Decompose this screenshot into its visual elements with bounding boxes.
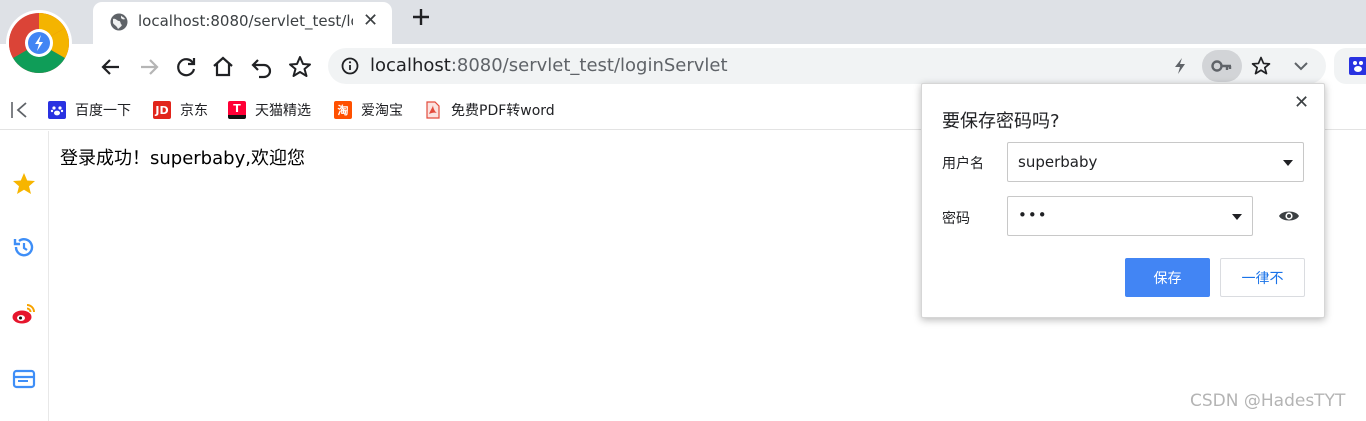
reload-icon[interactable] bbox=[173, 54, 199, 80]
bookmark-label: 免费PDF转word bbox=[451, 103, 555, 119]
bookmark-taobao[interactable]: 淘 爱淘宝 bbox=[334, 100, 403, 120]
login-success-message: 登录成功！superbaby,欢迎您 bbox=[60, 148, 305, 169]
taobao-icon: 淘 bbox=[334, 101, 352, 119]
pdf-icon bbox=[424, 101, 442, 119]
home-icon[interactable] bbox=[210, 54, 236, 80]
close-icon[interactable]: ✕ bbox=[1294, 92, 1309, 113]
star-icon[interactable] bbox=[1250, 55, 1272, 81]
chevron-down-icon bbox=[1283, 160, 1293, 166]
bookmark-label: 爱淘宝 bbox=[361, 103, 403, 119]
undo-icon[interactable] bbox=[249, 54, 275, 80]
bookmark-label: 京东 bbox=[180, 103, 208, 119]
never-button[interactable]: 一律不 bbox=[1220, 258, 1305, 297]
bookmark-label: 百度一下 bbox=[75, 103, 131, 119]
site-info-icon[interactable] bbox=[340, 56, 360, 80]
tmall-icon: T bbox=[228, 101, 246, 119]
key-icon bbox=[1211, 57, 1233, 79]
watermark: CSDN @HadesTYT bbox=[1190, 391, 1346, 411]
password-select[interactable]: ••• bbox=[1007, 196, 1253, 236]
browser-window-icon[interactable] bbox=[11, 366, 37, 392]
baidu-icon bbox=[48, 101, 66, 119]
save-button[interactable]: 保存 bbox=[1125, 258, 1210, 297]
browser-tab[interactable]: localhost:8080/servlet_test/loginServlet… bbox=[93, 2, 392, 44]
favorites-star-icon[interactable] bbox=[11, 171, 37, 197]
bookmark-baidu[interactable]: 百度一下 bbox=[48, 100, 131, 120]
tab-close-icon[interactable]: ✕ bbox=[363, 10, 378, 31]
lightning-icon[interactable] bbox=[1170, 56, 1190, 80]
username-label: 用户名 bbox=[942, 156, 984, 172]
bookmark-label: 天猫精选 bbox=[255, 103, 311, 119]
browser-logo-icon bbox=[6, 10, 72, 76]
collapse-sidebar-icon[interactable] bbox=[10, 100, 32, 124]
back-icon[interactable] bbox=[98, 54, 124, 80]
tab-title: localhost:8080/servlet_test/loginServlet bbox=[138, 12, 353, 30]
address-url[interactable]: localhost:8080/servlet_test/loginServlet bbox=[370, 55, 728, 76]
extension-area[interactable] bbox=[1334, 48, 1366, 84]
bookmark-pdf[interactable]: 免费PDF转word bbox=[424, 100, 555, 120]
bookmark-jd[interactable]: JD 京东 bbox=[153, 100, 208, 120]
chevron-down-icon[interactable] bbox=[1292, 57, 1310, 79]
weibo-icon[interactable] bbox=[11, 301, 37, 327]
jd-icon: JD bbox=[153, 101, 171, 119]
password-label: 密码 bbox=[942, 211, 970, 227]
chevron-down-icon bbox=[1232, 214, 1242, 220]
bookmark-tmall[interactable]: T 天猫精选 bbox=[228, 100, 311, 120]
history-icon[interactable] bbox=[11, 234, 37, 260]
baidu-extension-icon[interactable] bbox=[1348, 56, 1366, 80]
url-path: :8080/servlet_test/loginServlet bbox=[450, 55, 728, 76]
bookmark-star-icon[interactable] bbox=[287, 54, 313, 80]
side-panel bbox=[0, 131, 49, 421]
username-value: superbaby bbox=[1018, 153, 1098, 171]
new-tab-icon[interactable] bbox=[410, 6, 432, 32]
show-password-eye-icon[interactable] bbox=[1278, 208, 1300, 228]
save-password-dialog: 要保存密码吗? ✕ 用户名 superbaby 密码 ••• 保存 一律不 bbox=[921, 83, 1325, 318]
username-select[interactable]: superbaby bbox=[1007, 142, 1304, 182]
password-value: ••• bbox=[1018, 206, 1048, 224]
forward-icon[interactable] bbox=[136, 54, 162, 80]
globe-icon bbox=[109, 12, 129, 36]
tab-strip: localhost:8080/servlet_test/loginServlet… bbox=[0, 0, 1366, 44]
dialog-title: 要保存密码吗? bbox=[942, 111, 1060, 132]
password-key-button[interactable] bbox=[1202, 50, 1242, 82]
address-bar[interactable]: localhost:8080/servlet_test/loginServlet bbox=[328, 48, 1326, 84]
url-host: localhost bbox=[370, 55, 451, 76]
